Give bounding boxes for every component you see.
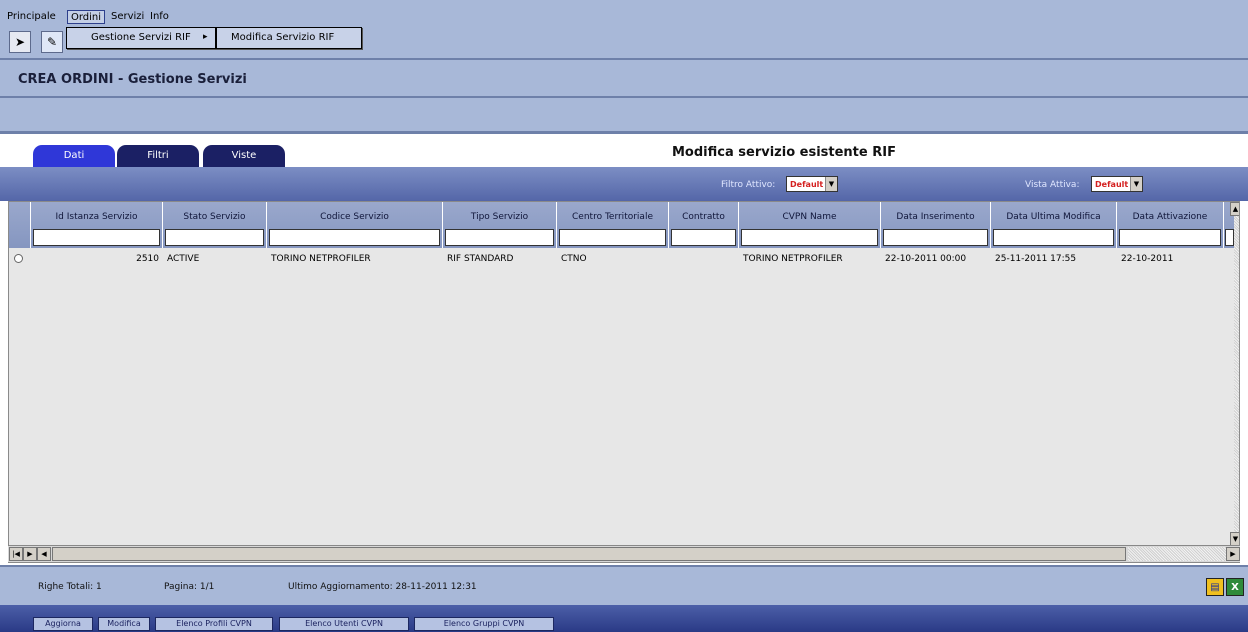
righe-totali: Righe Totali: 1 <box>38 582 102 592</box>
vista-attiva-value: Default <box>1095 179 1129 189</box>
menu-ordini[interactable]: Ordini <box>67 10 106 24</box>
col-label: Data Ultima Modifica <box>1006 212 1101 222</box>
scroll-first-icon[interactable]: |◀ <box>9 547 23 561</box>
col-tipo[interactable]: Tipo Servizio <box>443 202 557 248</box>
print-export-icon[interactable]: ▤ <box>1206 578 1224 596</box>
col-data-modifica[interactable]: Data Ultima Modifica <box>991 202 1117 248</box>
pagina: Pagina: 1/1 <box>164 582 215 592</box>
scroll-left-icon[interactable]: ◀ <box>37 547 51 561</box>
col-label: Codice Servizio <box>320 212 389 222</box>
cell-codice: TORINO NETPROFILER <box>271 254 371 264</box>
dropdown-arrow-icon[interactable]: ▼ <box>825 177 837 191</box>
col-centro[interactable]: Centro Territoriale <box>557 202 669 248</box>
table-row[interactable]: 2510 ACTIVE TORINO NETPROFILER RIF STAND… <box>9 248 1229 270</box>
col-label: Centro Territoriale <box>572 212 653 222</box>
excel-export-icon[interactable]: X <box>1226 578 1244 596</box>
col-data-inserimento[interactable]: Data Inserimento <box>881 202 991 248</box>
vista-attiva-label: Vista Attiva: <box>1025 180 1080 190</box>
col-label: Stato Servizio <box>183 212 246 222</box>
col-filter-input[interactable] <box>1225 229 1234 246</box>
filtro-attivo-select[interactable]: Default ▼ <box>786 176 838 192</box>
tab-filtri[interactable]: Filtri <box>117 145 199 167</box>
col-label: Tipo Servizio <box>470 212 529 222</box>
col-stato[interactable]: Stato Servizio <box>163 202 267 248</box>
col-data-attivazione[interactable]: Data Attivazione <box>1117 202 1224 248</box>
grid-header: Id Istanza Servizio Stato Servizio Codic… <box>9 202 1239 248</box>
col-filter-input[interactable] <box>671 229 736 246</box>
col-filter-input[interactable] <box>269 229 440 246</box>
col-label: Id Istanza Servizio <box>55 212 138 222</box>
filtro-attivo-label: Filtro Attivo: <box>721 180 776 190</box>
cell-data-modifica: 25-11-2011 17:55 <box>995 254 1077 264</box>
aggiorna-button[interactable]: Aggiorna <box>33 617 93 631</box>
chevron-right-icon: ▸ <box>203 32 208 42</box>
col-filter-input[interactable] <box>741 229 878 246</box>
exit-door-icon[interactable]: ➤ <box>9 31 31 53</box>
col-select <box>9 202 31 248</box>
action-bar: Aggiorna Modifica Elenco Profili CVPN El… <box>0 605 1248 632</box>
menu-bar: Principale Ordini Servizi Info ➤ ✎ Gesti… <box>0 0 1248 58</box>
scroll-track[interactable] <box>1128 547 1226 561</box>
menu-info[interactable]: Info <box>147 10 172 24</box>
cell-stato: ACTIVE <box>167 254 200 264</box>
scroll-down-icon[interactable]: ▼ <box>1230 532 1239 546</box>
section-title: Modifica servizio esistente RIF <box>672 145 896 160</box>
col-label: CVPN Name <box>782 212 837 222</box>
filtro-attivo-value: Default <box>790 179 824 189</box>
modifica-button[interactable]: Modifica <box>98 617 150 631</box>
col-filter-input[interactable] <box>33 229 160 246</box>
header-band <box>0 98 1248 134</box>
submenu-item-gestione-servizi-rif[interactable]: Gestione Servizi RIF <box>83 28 199 48</box>
cell-tipo: RIF STANDARD <box>447 254 514 264</box>
page-title: CREA ORDINI - Gestione Servizi <box>18 72 247 87</box>
scroll-thumb[interactable] <box>52 547 1126 561</box>
col-id-istanza[interactable]: Id Istanza Servizio <box>31 202 163 248</box>
tab-viste[interactable]: Viste <box>203 145 285 167</box>
filter-bar: Filtro Attivo: Default ▼ Vista Attiva: D… <box>0 167 1248 201</box>
tabs-row: Dati Filtri Viste Modifica servizio esis… <box>0 137 1248 167</box>
scroll-right-icon[interactable]: ▶ <box>1226 547 1240 561</box>
submenu-child[interactable]: Modifica Servizio RIF <box>216 27 362 49</box>
vertical-scrollbar[interactable]: ▲ ▼ <box>1230 202 1239 547</box>
col-filter-input[interactable] <box>165 229 264 246</box>
scroll-up-icon[interactable]: ▲ <box>1230 202 1239 216</box>
col-filter-input[interactable] <box>993 229 1114 246</box>
col-filter-input[interactable] <box>883 229 988 246</box>
menu-servizi[interactable]: Servizi <box>108 10 147 24</box>
col-cvpn[interactable]: CVPN Name <box>739 202 881 248</box>
dropdown-arrow-icon[interactable]: ▼ <box>1130 177 1142 191</box>
cell-centro: CTNO <box>561 254 587 264</box>
cell-id: 2510 <box>136 254 159 264</box>
col-codice[interactable]: Codice Servizio <box>267 202 443 248</box>
services-grid: Id Istanza Servizio Stato Servizio Codic… <box>8 201 1240 563</box>
col-filter-input[interactable] <box>445 229 554 246</box>
scroll-prev-icon[interactable]: ▶ <box>23 547 37 561</box>
menu-principale[interactable]: Principale <box>4 10 59 24</box>
vista-attiva-select[interactable]: Default ▼ <box>1091 176 1143 192</box>
col-filter-input[interactable] <box>559 229 666 246</box>
tab-dati[interactable]: Dati <box>33 145 115 167</box>
col-filter-input[interactable] <box>1119 229 1221 246</box>
col-label: Contratto <box>682 212 725 222</box>
ultimo-aggiornamento: Ultimo Aggiornamento: 28-11-2011 12:31 <box>288 582 477 592</box>
status-bar: Righe Totali: 1 Pagina: 1/1 Ultimo Aggio… <box>0 565 1248 605</box>
col-contratto[interactable]: Contratto <box>669 202 739 248</box>
cell-data-attivazione: 22-10-2011 <box>1121 254 1174 264</box>
elenco-utenti-cvpn-button[interactable]: Elenco Utenti CVPN <box>279 617 409 631</box>
horizontal-scrollbar[interactable]: |◀ ▶ ◀ ▶ <box>8 545 1240 562</box>
row-select-radio[interactable] <box>14 254 23 263</box>
submenu-gestione-servizi[interactable]: Gestione Servizi RIF ▸ <box>66 27 216 49</box>
edit-icon[interactable]: ✎ <box>41 31 63 53</box>
col-label: Data Attivazione <box>1132 212 1208 222</box>
elenco-gruppi-cvpn-button[interactable]: Elenco Gruppi CVPN <box>414 617 554 631</box>
elenco-profili-cvpn-button[interactable]: Elenco Profili CVPN <box>155 617 273 631</box>
submenu-item-modifica-servizio-rif[interactable]: Modifica Servizio RIF <box>223 28 342 48</box>
cell-contratto <box>669 248 739 270</box>
title-bar: CREA ORDINI - Gestione Servizi <box>0 58 1248 98</box>
col-label: Data Inserimento <box>896 212 975 222</box>
cell-data-inserimento: 22-10-2011 00:00 <box>885 254 967 264</box>
cell-cvpn: TORINO NETPROFILER <box>743 254 843 264</box>
